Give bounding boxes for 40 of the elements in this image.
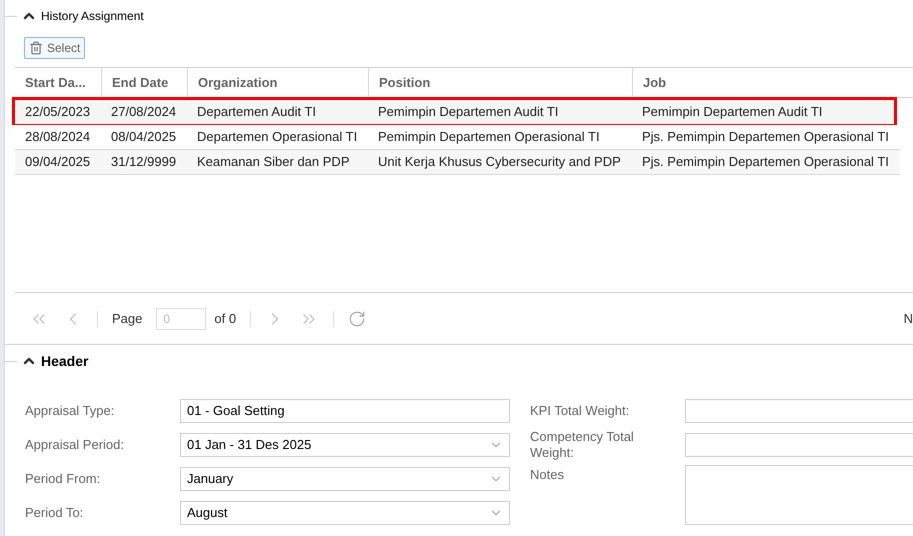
field-label: Appraisal Period: xyxy=(25,436,125,454)
table-cell-text: Pemimpin Departemen Audit TI xyxy=(641,103,824,122)
input-field[interactable] xyxy=(685,433,913,457)
section-title: Header xyxy=(41,352,88,370)
table-cell-text: Pemimpin Departemen Operasional TI xyxy=(377,128,601,146)
table-cell-text: 27/08/2024 xyxy=(110,103,178,122)
table-cell-text: Pjs. Pemimpin Departemen Operasional TI xyxy=(641,128,890,146)
table-cell-text: Keamanan Siber dan PDP xyxy=(196,153,350,172)
page-count: of 0 xyxy=(214,310,236,328)
table-row[interactable]: 22/05/2023 27/08/2024 Departemen Audit TI Pemimpin Departemen Audit TI Pemimpin Departemen Audit TI xyxy=(12,97,897,125)
field-label: Notes xyxy=(530,467,565,483)
table-cell-text: 31/12/9999 xyxy=(110,153,178,172)
table-cell-text: 22/05/2023 xyxy=(24,103,92,122)
page-label: Page xyxy=(112,310,142,328)
field-label: Period To: xyxy=(25,504,84,522)
field-label: Competency Total Weight: xyxy=(530,429,635,461)
table-cell-text: Unit Kerja Khusus Cybersecurity and PDP xyxy=(377,153,622,172)
table-cell-text: Pemimpin Departemen Audit TI xyxy=(377,103,560,122)
dropdown-field[interactable]: 01 Jan - 31 Des 2025 xyxy=(180,433,510,457)
notes-field[interactable] xyxy=(685,465,913,525)
dropdown-field[interactable]: January xyxy=(180,467,510,491)
field-label: Appraisal Type: xyxy=(25,402,116,420)
trash-icon xyxy=(29,41,43,55)
refresh-icon[interactable] xyxy=(348,310,366,328)
field-label: Period From: xyxy=(25,470,102,488)
dropdown-field[interactable]: August xyxy=(180,501,510,525)
table-row[interactable]: 09/04/2025 31/12/9999 Keamanan Siber dan PDP Unit Kerja Khusus Cybersecurity and PDP Pjs. Pemimpin Departemen Operasional TI xyxy=(15,150,900,175)
field-label: KPI Total Weight: xyxy=(530,403,630,419)
section-title: History Assignment xyxy=(41,8,144,25)
table-cell-text: Pjs. Pemimpin Departemen Operasional TI xyxy=(641,153,890,172)
pager-text: N xyxy=(904,310,913,328)
select-button[interactable]: Select xyxy=(24,37,86,59)
table-cell-text: Departemen Audit TI xyxy=(196,103,317,122)
table-cell-text: 08/04/2025 xyxy=(110,128,178,146)
input-field[interactable] xyxy=(685,399,913,423)
table-cell-text: Departemen Operasional TI xyxy=(196,128,358,146)
input-field[interactable]: 01 - Goal Setting xyxy=(180,399,510,423)
table-cell-text: 28/08/2024 xyxy=(24,128,92,146)
table-cell-text: 09/04/2025 xyxy=(24,153,92,172)
column-header[interactable]: Start Da... xyxy=(15,68,101,97)
